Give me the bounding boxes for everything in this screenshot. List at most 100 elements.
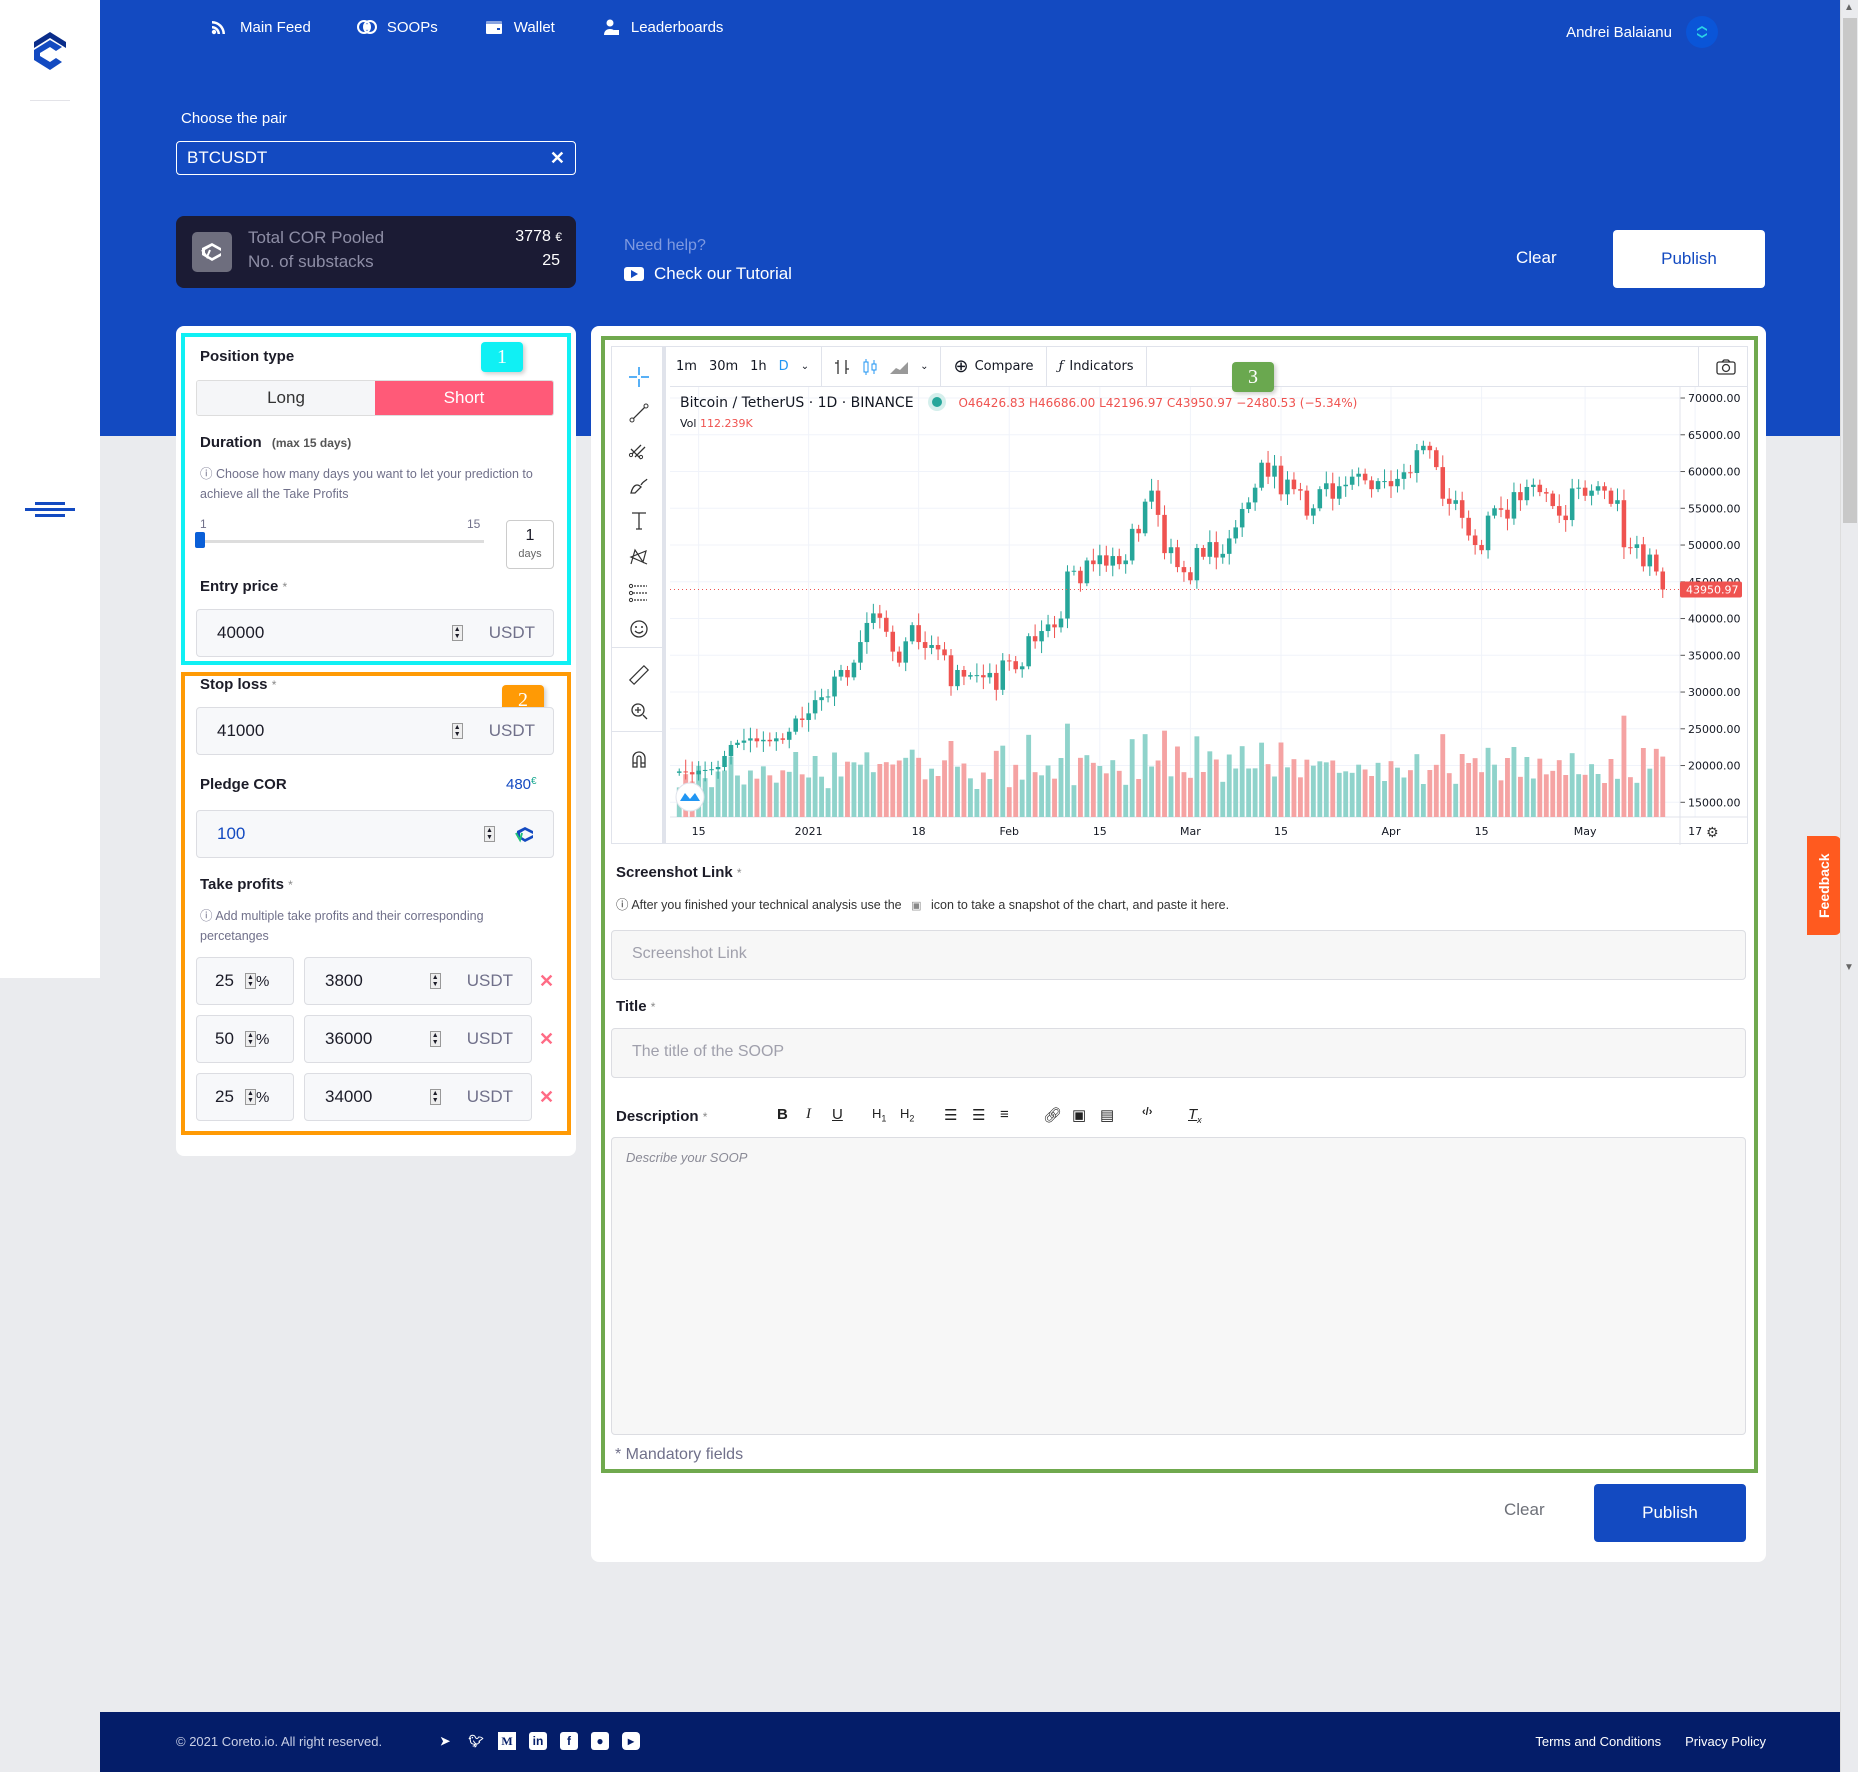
- remove-take-profit-icon[interactable]: ✕: [539, 971, 554, 992]
- interval-30m[interactable]: 30m: [703, 359, 744, 374]
- code-icon[interactable]: ‹/›: [1142, 1106, 1152, 1118]
- remove-take-profit-icon[interactable]: ✕: [539, 1087, 554, 1108]
- stepper-icon[interactable]: ▲ ▼: [451, 723, 463, 739]
- heading2-icon[interactable]: H2: [900, 1106, 914, 1124]
- chart-settings-icon[interactable]: ⚙: [1706, 825, 1719, 841]
- nav-soops[interactable]: SOOPs: [356, 18, 438, 36]
- screenshot-link-input[interactable]: Screenshot Link: [611, 930, 1746, 980]
- user-menu[interactable]: Andrei Balaianu: [1566, 16, 1718, 48]
- interval-1m[interactable]: 1m: [670, 359, 703, 374]
- candle-chart-type-icon[interactable]: [860, 357, 880, 377]
- stepper-icon[interactable]: ▲ ▼: [429, 1089, 441, 1105]
- compare-button[interactable]: ⊕ Compare: [947, 356, 1039, 377]
- trend-line-icon[interactable]: [627, 401, 651, 425]
- volume-bar: [793, 752, 799, 817]
- bullet-list-icon[interactable]: ☰: [972, 1106, 985, 1124]
- clear-button-top[interactable]: Clear: [1516, 248, 1557, 268]
- short-option[interactable]: Short: [375, 381, 553, 415]
- facebook-icon[interactable]: f: [560, 1732, 578, 1750]
- clear-format-icon[interactable]: Tx: [1188, 1106, 1202, 1125]
- duration-slider[interactable]: [195, 532, 484, 548]
- chevron-down-icon[interactable]: ⌄: [914, 361, 934, 372]
- medium-icon[interactable]: M: [498, 1732, 516, 1750]
- pattern-icon[interactable]: [627, 545, 651, 569]
- tradingview-chart[interactable]: 1m 30m 1h D ⌄ ⌄ ⊕ Compare ƒ Indicators 3 7…: [611, 346, 1748, 845]
- indicators-button[interactable]: ƒ Indicators: [1053, 359, 1140, 374]
- nav-leaderboards[interactable]: Leaderboards: [601, 18, 723, 36]
- video-icon[interactable]: ▤: [1100, 1106, 1114, 1124]
- coreto-logo[interactable]: [28, 28, 72, 72]
- nav-main-feed[interactable]: Main Feed: [210, 18, 311, 36]
- pair-select[interactable]: BTCUSDT ✕: [176, 141, 576, 175]
- camera-snapshot-icon[interactable]: [1715, 358, 1737, 376]
- image-icon[interactable]: ▣: [1072, 1106, 1086, 1124]
- interval-d[interactable]: D: [773, 359, 795, 374]
- magnet-icon[interactable]: [627, 747, 651, 771]
- clear-button[interactable]: Clear: [1504, 1500, 1545, 1520]
- title-input[interactable]: The title of the SOOP: [611, 1028, 1746, 1078]
- interval-1h[interactable]: 1h: [744, 359, 773, 374]
- pitchfork-icon[interactable]: [627, 437, 651, 461]
- pledge-input[interactable]: 100 ▲ ▼: [196, 810, 554, 858]
- hamburger-menu-icon[interactable]: [25, 502, 75, 517]
- italic-icon[interactable]: I: [806, 1106, 811, 1123]
- stepper-icon[interactable]: ▲ ▼: [245, 973, 256, 989]
- tp-percent-input[interactable]: 25 ▲ ▼%: [196, 957, 294, 1005]
- area-chart-type-icon[interactable]: [888, 357, 910, 377]
- tp-percent-input[interactable]: 50 ▲ ▼%: [196, 1015, 294, 1063]
- underline-icon[interactable]: U: [832, 1106, 843, 1123]
- scroll-down-icon[interactable]: ▼: [1844, 962, 1854, 973]
- youtube-icon[interactable]: ▶: [622, 1732, 640, 1750]
- crosshair-icon[interactable]: [627, 365, 651, 389]
- ordered-list-icon[interactable]: ☰: [944, 1106, 957, 1124]
- stepper-icon[interactable]: ▲ ▼: [484, 826, 495, 842]
- scroll-up-icon[interactable]: ▲: [1844, 2, 1854, 13]
- brush-icon[interactable]: [627, 473, 651, 497]
- stepper-icon[interactable]: ▲ ▼: [245, 1031, 256, 1047]
- privacy-link[interactable]: Privacy Policy: [1685, 1734, 1766, 1749]
- duration-note: ⓘ Choose how many days you want to let y…: [200, 464, 550, 504]
- emoji-icon[interactable]: [627, 617, 651, 641]
- stepper-icon[interactable]: ▲ ▼: [245, 1089, 256, 1105]
- prediction-icon[interactable]: [627, 581, 651, 605]
- duration-days-box[interactable]: 1 days: [506, 520, 554, 569]
- remove-take-profit-icon[interactable]: ✕: [539, 1029, 554, 1050]
- twitter-icon[interactable]: 🐦︎: [467, 1732, 485, 1750]
- tp-price-input[interactable]: 3800 ▲ ▼ USDT: [304, 957, 532, 1005]
- chevron-down-icon[interactable]: ⌄: [795, 361, 815, 372]
- tp-price-input[interactable]: 34000 ▲ ▼ USDT: [304, 1073, 532, 1121]
- stop-loss-input[interactable]: 41000 ▲ ▼ USDT: [196, 707, 554, 755]
- feedback-tab[interactable]: Feedback: [1807, 836, 1841, 935]
- price-chart-plot[interactable]: 70000.00 65000.00 60000.00 55000.00 50000.00…: [670, 387, 1748, 845]
- telegram-icon[interactable]: ➤: [436, 1732, 454, 1750]
- zoom-in-icon[interactable]: [627, 699, 651, 723]
- align-icon[interactable]: ≡: [1000, 1106, 1009, 1123]
- publish-button-top[interactable]: Publish: [1613, 230, 1765, 288]
- clear-pair-icon[interactable]: ✕: [550, 148, 565, 169]
- long-option[interactable]: Long: [197, 381, 375, 415]
- reddit-icon[interactable]: ●: [591, 1732, 609, 1750]
- tp-price-input[interactable]: 36000 ▲ ▼ USDT: [304, 1015, 532, 1063]
- entry-price-input[interactable]: 40000 ▲ ▼ USDT: [196, 609, 554, 657]
- terms-link[interactable]: Terms and Conditions: [1535, 1734, 1661, 1749]
- description-editor[interactable]: Describe your SOOP: [611, 1137, 1746, 1435]
- nav-wallet[interactable]: Wallet: [484, 18, 555, 36]
- bold-icon[interactable]: B: [777, 1106, 788, 1123]
- ruler-icon[interactable]: [627, 663, 651, 687]
- publish-button[interactable]: Publish: [1594, 1484, 1746, 1542]
- stepper-icon[interactable]: ▲ ▼: [451, 625, 463, 641]
- text-tool-icon[interactable]: [627, 509, 651, 533]
- slider-handle[interactable]: [195, 532, 205, 548]
- plus-circle-icon: ⊕: [953, 356, 969, 377]
- stepper-icon[interactable]: ▲ ▼: [429, 1031, 441, 1047]
- tp-percent-input[interactable]: 25 ▲ ▼%: [196, 1073, 294, 1121]
- heading1-icon[interactable]: H1: [872, 1106, 886, 1124]
- linkedin-icon[interactable]: in: [529, 1732, 547, 1750]
- link-icon[interactable]: 🔗︎: [1043, 1106, 1062, 1124]
- avatar[interactable]: [1686, 16, 1718, 48]
- scrollbar-thumb[interactable]: [1843, 18, 1857, 523]
- stepper-icon[interactable]: ▲ ▼: [429, 973, 441, 989]
- page-scrollbar[interactable]: ▲ ▼: [1840, 0, 1858, 1772]
- tutorial-link[interactable]: Check our Tutorial: [624, 264, 792, 284]
- bar-chart-type-icon[interactable]: [832, 357, 852, 377]
